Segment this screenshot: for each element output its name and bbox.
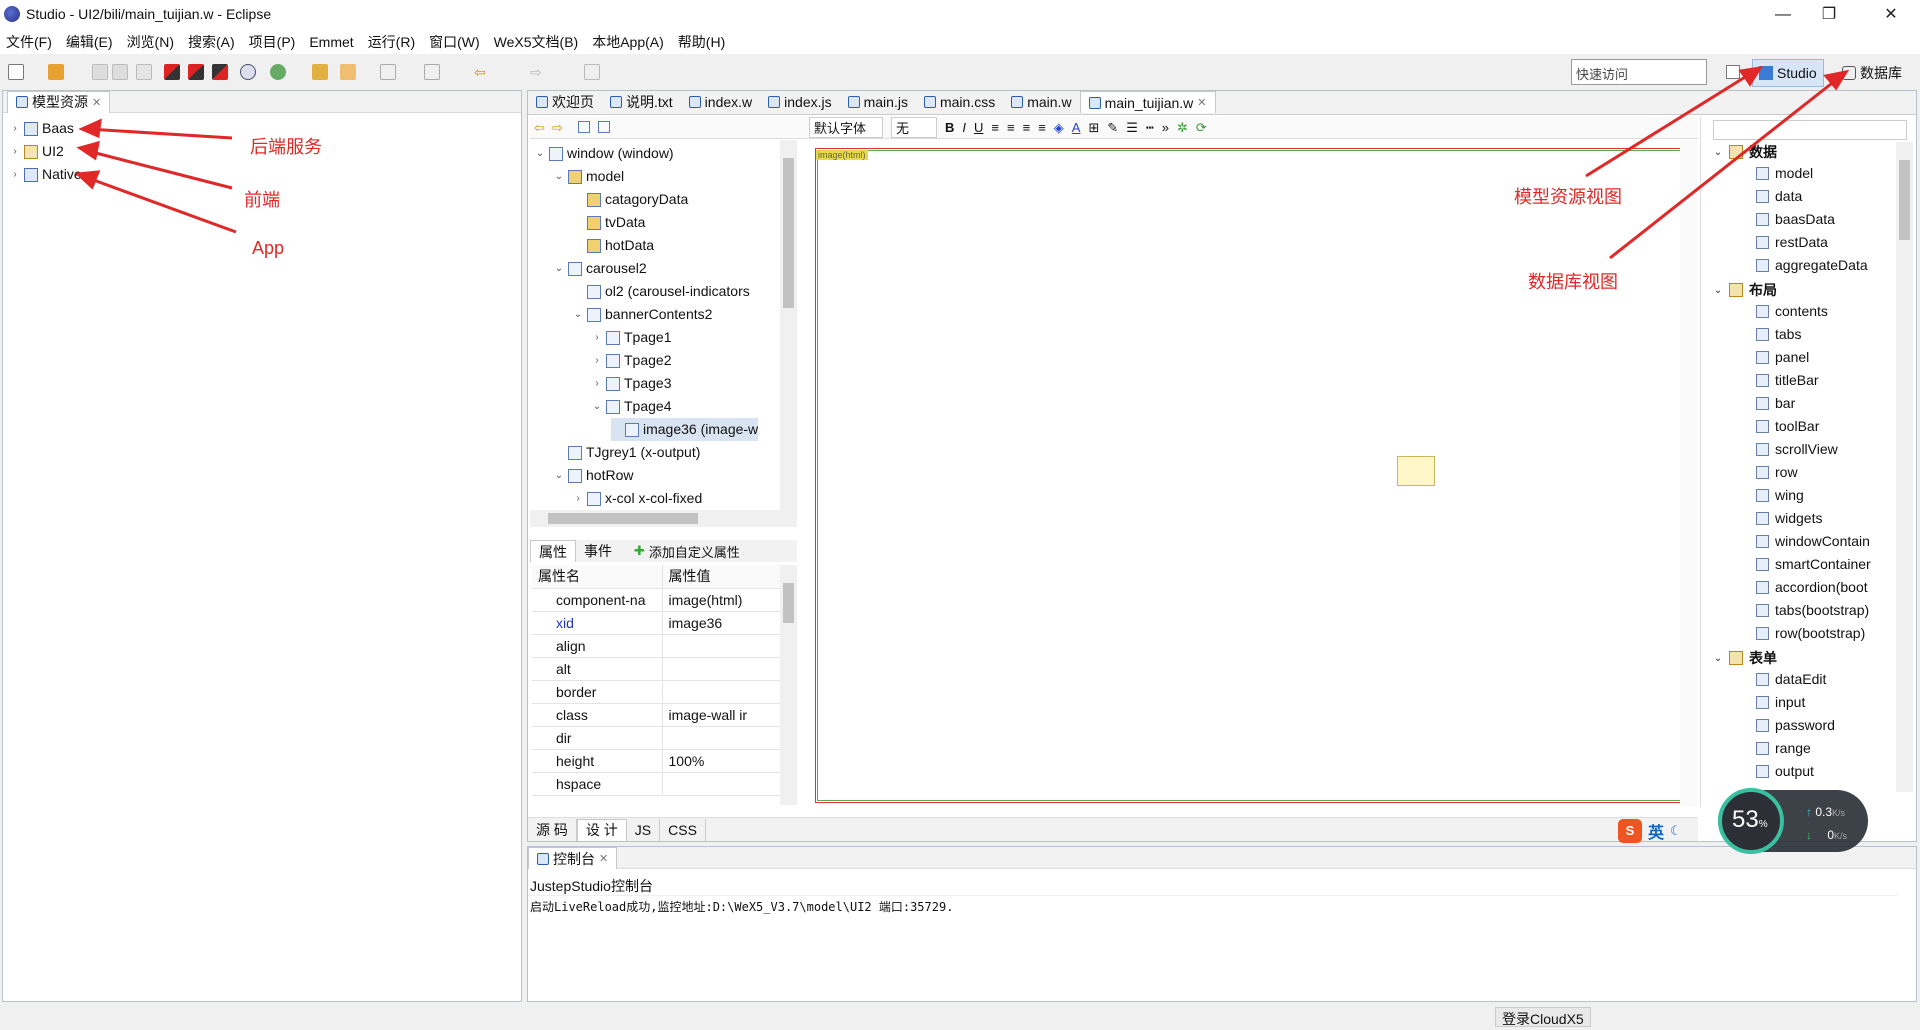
status-bar xyxy=(0,1004,1920,1030)
ime-language-label[interactable]: 英 xyxy=(1648,819,1664,843)
cloudx5-login-button[interactable]: 登录CloudX5 xyxy=(1495,1007,1591,1027)
sogou-logo-icon: S xyxy=(1618,819,1642,843)
annotation-model-view: 模型资源视图 xyxy=(1514,187,1622,208)
annotation-database-view: 数据库视图 xyxy=(1528,272,1618,293)
download-speed: ↓ 0K/s xyxy=(1806,828,1847,842)
upload-arrow-icon: ↑ xyxy=(1806,805,1816,819)
moon-icon[interactable]: ☾ xyxy=(1670,823,1682,839)
upload-value: 0.3 xyxy=(1815,805,1833,819)
ime-toolbar[interactable]: S 英 ☾ xyxy=(1618,818,1718,844)
cpu-unit: % xyxy=(1758,819,1768,830)
upload-speed: ↑ 0.3K/s xyxy=(1806,805,1845,819)
annotation-backend: 后端服务 xyxy=(250,137,322,158)
cpu-value: 53 xyxy=(1732,806,1759,833)
cpu-percentage: 53% xyxy=(1732,806,1768,834)
annotation-arrow xyxy=(74,66,1850,260)
download-arrow-icon: ↓ xyxy=(1806,828,1816,842)
annotation-app: App xyxy=(252,238,285,258)
upload-unit: K/s xyxy=(1832,808,1846,818)
annotation-frontend: 前端 xyxy=(244,190,280,211)
download-unit: K/s xyxy=(1834,831,1848,841)
